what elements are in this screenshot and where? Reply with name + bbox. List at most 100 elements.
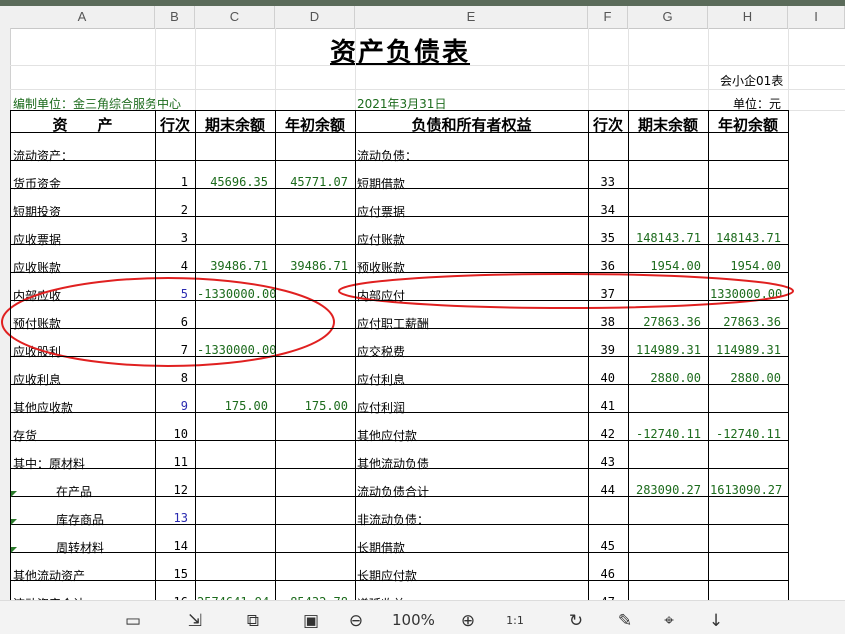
liability-item-label: 长期借款 — [357, 541, 406, 555]
liability-begin-balance: 1330000.00 — [710, 287, 783, 301]
asset-row-no: 14 — [173, 539, 188, 553]
liability-item-label: 应付利息 — [357, 373, 406, 387]
liability-item-label: 应付职工薪酬 — [357, 317, 430, 331]
column-header-h[interactable]: H — [708, 6, 788, 28]
table-border-horizontal — [10, 216, 789, 217]
crop-icon[interactable]: ⌖ — [656, 609, 682, 635]
column-header-d[interactable]: D — [275, 6, 355, 28]
asset-item-label: 其他应收款 — [13, 401, 74, 415]
table-border-vertical — [788, 110, 789, 600]
table-border-horizontal — [10, 272, 789, 273]
asset-row-no: 11 — [173, 455, 188, 469]
column-header-c[interactable]: C — [195, 6, 275, 28]
asset-end-balance: -1330000.00 — [197, 343, 277, 357]
table-border-horizontal — [10, 496, 789, 497]
copy-icon[interactable]: ⧉ — [240, 609, 266, 635]
table-border-vertical — [708, 110, 709, 600]
asset-row-no: 2 — [180, 203, 188, 217]
zoom-level: 100% — [392, 611, 435, 629]
asset-row-no: 8 — [180, 371, 188, 385]
liability-end-balance: 114989.31 — [635, 343, 701, 357]
liability-row-no: 46 — [600, 567, 615, 581]
table-border-vertical — [275, 110, 276, 600]
asset-row-no: 10 — [173, 427, 188, 441]
liability-row-no: 44 — [600, 483, 615, 497]
liability-begin-balance: 1613090.27 — [710, 483, 783, 497]
table-border-vertical — [355, 110, 356, 600]
asset-begin-balance: 175.00 — [304, 399, 348, 413]
cell-comment-marker — [11, 547, 17, 553]
asset-item-label: 短期投资 — [13, 205, 62, 219]
liability-begin-balance: 148143.71 — [715, 231, 781, 245]
asset-row-no: 5 — [180, 287, 188, 301]
table-border-horizontal — [10, 440, 789, 441]
asset-item-label: 应收账款 — [13, 261, 62, 275]
asset-item-label: 预付账款 — [13, 317, 62, 331]
asset-begin-balance: 45771.07 — [290, 175, 348, 189]
table-border-vertical — [588, 110, 589, 600]
column-header-f[interactable]: F — [588, 6, 628, 28]
asset-row-no: 12 — [173, 483, 188, 497]
liability-item-label: 内部应付 — [357, 289, 406, 303]
asset-item-label: 其中：原材料 — [13, 457, 86, 471]
column-header-bar: A B C D E F G H I — [0, 6, 845, 29]
column-header-b[interactable]: B — [155, 6, 195, 28]
liability-begin-balance: 2880.00 — [730, 371, 781, 385]
column-header-g[interactable]: G — [628, 6, 708, 28]
download-icon[interactable]: ↓ — [703, 609, 729, 635]
spreadsheet-grid[interactable]: 资产负债表 会小企01表 编制单位：金三角综合服务中心 2021年3月31日 单… — [0, 28, 845, 600]
table-border-horizontal — [10, 244, 789, 245]
liability-item-label: 短期借款 — [357, 177, 406, 191]
column-header-a[interactable]: A — [10, 6, 155, 28]
asset-row-no: 7 — [180, 343, 188, 357]
liability-row-no: 41 — [600, 399, 615, 413]
shrink-icon[interactable]: ⇲ — [182, 609, 208, 635]
rotate-icon[interactable]: ↻ — [563, 609, 589, 635]
cell-comment-marker — [11, 519, 17, 525]
liability-item-label: 应付利润 — [357, 401, 406, 415]
asset-item-label: 流动资产： — [13, 149, 74, 163]
liability-row-no: 40 — [600, 371, 615, 385]
table-border-horizontal — [10, 132, 789, 133]
zoom-in-icon[interactable]: ⊕ — [455, 609, 481, 635]
crop-frame-icon[interactable]: ▣ — [298, 609, 324, 635]
liability-row-no: 34 — [600, 203, 615, 217]
table-border-vertical — [155, 110, 156, 600]
grid-line-horizontal — [10, 89, 845, 90]
table-border-horizontal — [10, 328, 789, 329]
asset-row-no: 6 — [180, 315, 188, 329]
liability-end-balance: 27863.36 — [643, 315, 701, 329]
asset-item-label: 周转材料 — [56, 541, 105, 555]
liability-begin-balance: 1954.00 — [730, 259, 781, 273]
liability-item-label: 应付账款 — [357, 233, 406, 247]
asset-item-label: 库存商品 — [56, 513, 105, 527]
liability-row-no: 42 — [600, 427, 615, 441]
table-border-horizontal — [10, 468, 789, 469]
actual-size-icon[interactable]: 1:1 — [502, 609, 528, 635]
asset-row-no: 13 — [173, 511, 188, 525]
edit-icon[interactable]: ✎ — [612, 609, 638, 635]
asset-item-label: 在产品 — [56, 485, 93, 499]
asset-item-label: 内部应收 — [13, 289, 62, 303]
table-border-vertical — [628, 110, 629, 600]
table-border-horizontal — [10, 356, 789, 357]
table-border-horizontal — [10, 188, 789, 189]
liability-row-no: 35 — [600, 231, 615, 245]
form-code: 会小企01表 — [720, 74, 784, 88]
liability-item-label: 非流动负债： — [357, 513, 430, 527]
liability-row-no: 38 — [600, 315, 615, 329]
column-header-e[interactable]: E — [355, 6, 588, 28]
column-header-i[interactable]: I — [788, 6, 845, 28]
asset-row-no: 15 — [173, 567, 188, 581]
table-border-horizontal — [10, 110, 789, 111]
grid-line-horizontal — [10, 65, 845, 66]
zoom-out-icon[interactable]: ⊖ — [343, 609, 369, 635]
liability-item-label: 流动负债： — [357, 149, 418, 163]
fit-window-icon[interactable]: ▭ — [120, 609, 146, 635]
asset-end-balance: 175.00 — [224, 399, 268, 413]
asset-row-no: 1 — [180, 175, 188, 189]
table-border-horizontal — [10, 524, 789, 525]
liability-item-label: 其他应付款 — [357, 429, 418, 443]
asset-row-no: 9 — [180, 399, 188, 413]
liability-begin-balance: 27863.36 — [723, 315, 781, 329]
